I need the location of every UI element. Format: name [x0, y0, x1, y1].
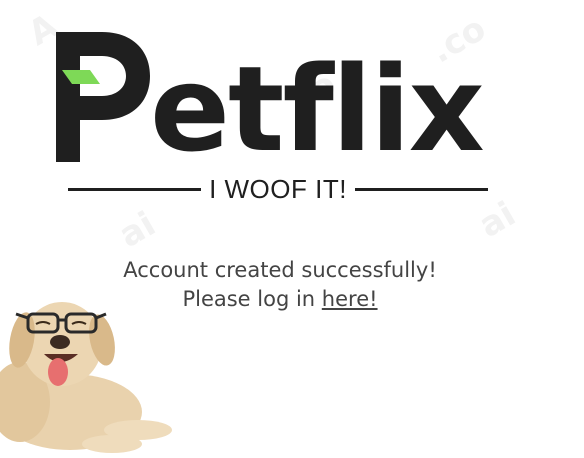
logo-text-rest: etflix [150, 40, 484, 166]
login-prefix: Please log in [182, 287, 322, 311]
tagline: I WOOF IT! [68, 172, 488, 206]
success-line: Account created successfully! [123, 258, 437, 282]
petflix-logo: etflix [50, 24, 510, 166]
tagline-text: I WOOF IT! [209, 173, 347, 204]
tagline-left-rule [68, 187, 202, 191]
tagline-right-rule [354, 187, 488, 191]
watermark: ai [112, 204, 163, 256]
login-link[interactable]: here! [322, 287, 378, 311]
dog-with-glasses-icon [0, 292, 176, 458]
